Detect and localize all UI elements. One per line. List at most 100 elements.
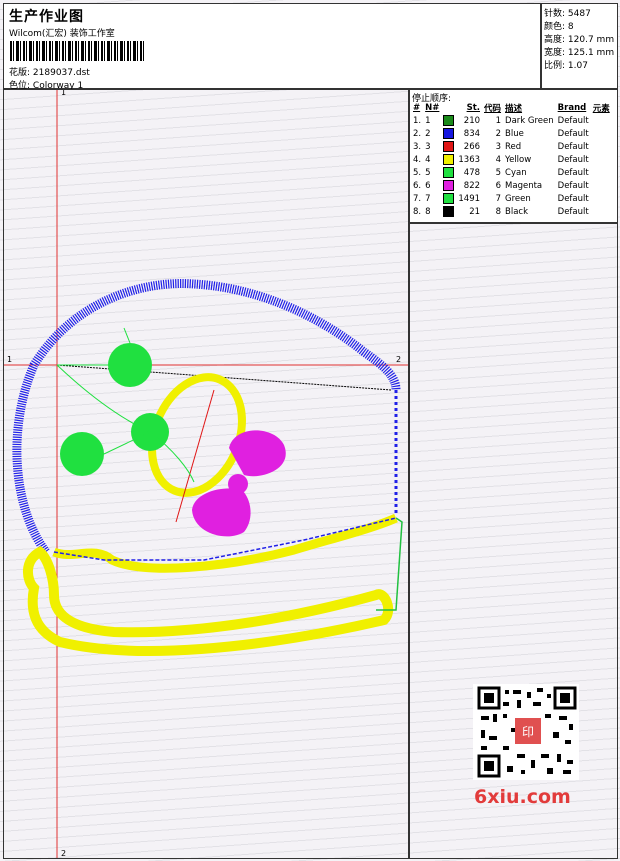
- col-description: 描述: [505, 103, 523, 114]
- cell-stitches: 210: [463, 115, 481, 126]
- cell-stitches: 21: [469, 206, 481, 217]
- color-swatch: [443, 206, 455, 217]
- color-swatch: [443, 128, 455, 139]
- stat-scale: 比例: 1.07: [544, 61, 588, 71]
- cell-stitches: 478: [463, 167, 481, 178]
- cell-needle: 6: [425, 180, 431, 191]
- table-row: 5. 5 478 5 Cyan Default: [411, 166, 612, 179]
- cell-brand: Default: [557, 193, 589, 204]
- cell-code: 8: [495, 206, 502, 217]
- cell-needle: 3: [425, 141, 431, 152]
- cell-idx: 2.: [413, 128, 422, 139]
- cell-description: Yellow: [505, 154, 532, 165]
- cell-needle: 2: [425, 128, 431, 139]
- cell-code: 5: [495, 167, 502, 178]
- cell-stitches: 1363: [458, 154, 481, 165]
- cell-brand: Default: [557, 128, 589, 139]
- cell-code: 4: [495, 154, 502, 165]
- cell-idx: 3.: [413, 141, 422, 152]
- cell-idx: 1.: [413, 115, 422, 126]
- cell-code: 7: [495, 193, 502, 204]
- magenta-bow-bottom: [192, 488, 251, 537]
- stop-sequence-table: # N# St. 代码 描述 Brand 元素 1. 1 210 1 Dark Gree…: [411, 101, 612, 218]
- cell-brand: Default: [557, 154, 589, 165]
- cell-element: [591, 114, 612, 127]
- cell-needle: 8: [425, 206, 431, 217]
- color-swatch: [443, 193, 455, 204]
- cell-swatch: [441, 205, 456, 218]
- cell-description: Blue: [505, 128, 524, 139]
- cell-element: [591, 166, 612, 179]
- col-index: #: [413, 102, 421, 113]
- table-header-row: # N# St. 代码 描述 Brand 元素: [411, 101, 612, 114]
- axis-label-bottom: 2: [61, 849, 66, 858]
- col-needle: N#: [425, 102, 440, 113]
- cell-code: 6: [495, 180, 502, 191]
- stat-height: 高度: 120.7 mm: [544, 35, 615, 45]
- embroidery-canvas: 1 1 2 2: [3, 89, 409, 859]
- cell-brand: Default: [557, 180, 589, 191]
- cell-idx: 7.: [413, 193, 422, 204]
- cell-idx: 6.: [413, 180, 422, 191]
- cell-swatch: [441, 179, 456, 192]
- table-row: 6. 6 822 6 Magenta Default: [411, 179, 612, 192]
- green-pompom-3: [60, 432, 104, 476]
- cell-needle: 5: [425, 167, 431, 178]
- sheet-title: 生产作业图: [9, 9, 84, 25]
- embroidery-design: 1 1 2 2: [4, 90, 408, 858]
- cell-idx: 8.: [413, 206, 422, 217]
- studio-name: Wilcom(汇宏) 装饰工作室: [9, 29, 115, 39]
- header-panel: 生产作业图 Wilcom(汇宏) 装饰工作室 花版: 2189037.dst 色…: [3, 3, 541, 91]
- cell-stitches: 822: [463, 180, 481, 191]
- col-brand: Brand: [557, 102, 587, 113]
- barcode: [10, 41, 146, 61]
- axis-label-left: 1: [7, 355, 12, 364]
- cell-needle: 1: [425, 115, 431, 126]
- table-row: 1. 1 210 1 Dark Green Default: [411, 114, 612, 127]
- stat-stitches: 针数: 5487: [544, 9, 591, 19]
- color-swatch: [443, 141, 455, 152]
- cell-swatch: [441, 166, 456, 179]
- cell-swatch: [441, 153, 456, 166]
- cell-stitches: 1491: [458, 193, 481, 204]
- stats-panel: 针数: 5487 颜色: 8 高度: 120.7 mm 宽度: 125.1 mm…: [541, 3, 618, 89]
- axis-label-right: 2: [396, 355, 401, 364]
- stop-sequence-panel: 停止顺序: # N# St. 代码 描述 Brand 元素 1. 1 210 1 Dar…: [409, 89, 618, 223]
- table-row: 2. 2 834 2 Blue Default: [411, 127, 612, 140]
- col-code: 代码: [484, 103, 502, 114]
- cell-code: 1: [495, 115, 502, 126]
- cell-brand: Default: [557, 167, 589, 178]
- cell-element: [591, 140, 612, 153]
- cell-description: Cyan: [505, 167, 527, 178]
- cell-swatch: [441, 140, 456, 153]
- cell-needle: 4: [425, 154, 431, 165]
- cell-description: Black: [505, 206, 529, 217]
- production-worksheet: 生产作业图 Wilcom(汇宏) 装饰工作室 花版: 2189037.dst 色…: [0, 0, 620, 861]
- design-file: 2189037.dst: [32, 68, 90, 78]
- axis-label-top: 1: [61, 90, 66, 97]
- green-pompom-1: [108, 343, 152, 387]
- cell-idx: 5.: [413, 167, 422, 178]
- stat-colors: 颜色: 8: [544, 22, 574, 32]
- table-row: 8. 8 21 8 Black Default: [411, 205, 612, 218]
- color-swatch: [443, 167, 455, 178]
- cell-element: [591, 153, 612, 166]
- color-swatch: [443, 115, 455, 126]
- cell-element: [591, 192, 612, 205]
- cell-description: Green: [505, 193, 531, 204]
- design-label: 花版:: [9, 68, 31, 78]
- col-stitches: St.: [466, 102, 481, 113]
- cell-swatch: [441, 192, 456, 205]
- cell-stitches: 834: [463, 128, 481, 139]
- cell-code: 3: [495, 141, 502, 152]
- cell-element: [591, 179, 612, 192]
- col-color: [441, 101, 456, 114]
- qr-code: 印: [473, 684, 579, 780]
- watermark-logo: 6xiu.com: [474, 786, 571, 808]
- cell-code: 2: [495, 128, 502, 139]
- table-row: 4. 4 1363 4 Yellow Default: [411, 153, 612, 166]
- svg-text:印: 印: [522, 725, 534, 739]
- table-row: 3. 3 266 3 Red Default: [411, 140, 612, 153]
- stat-width: 宽度: 125.1 mm: [544, 48, 615, 58]
- cell-stitches: 266: [463, 141, 481, 152]
